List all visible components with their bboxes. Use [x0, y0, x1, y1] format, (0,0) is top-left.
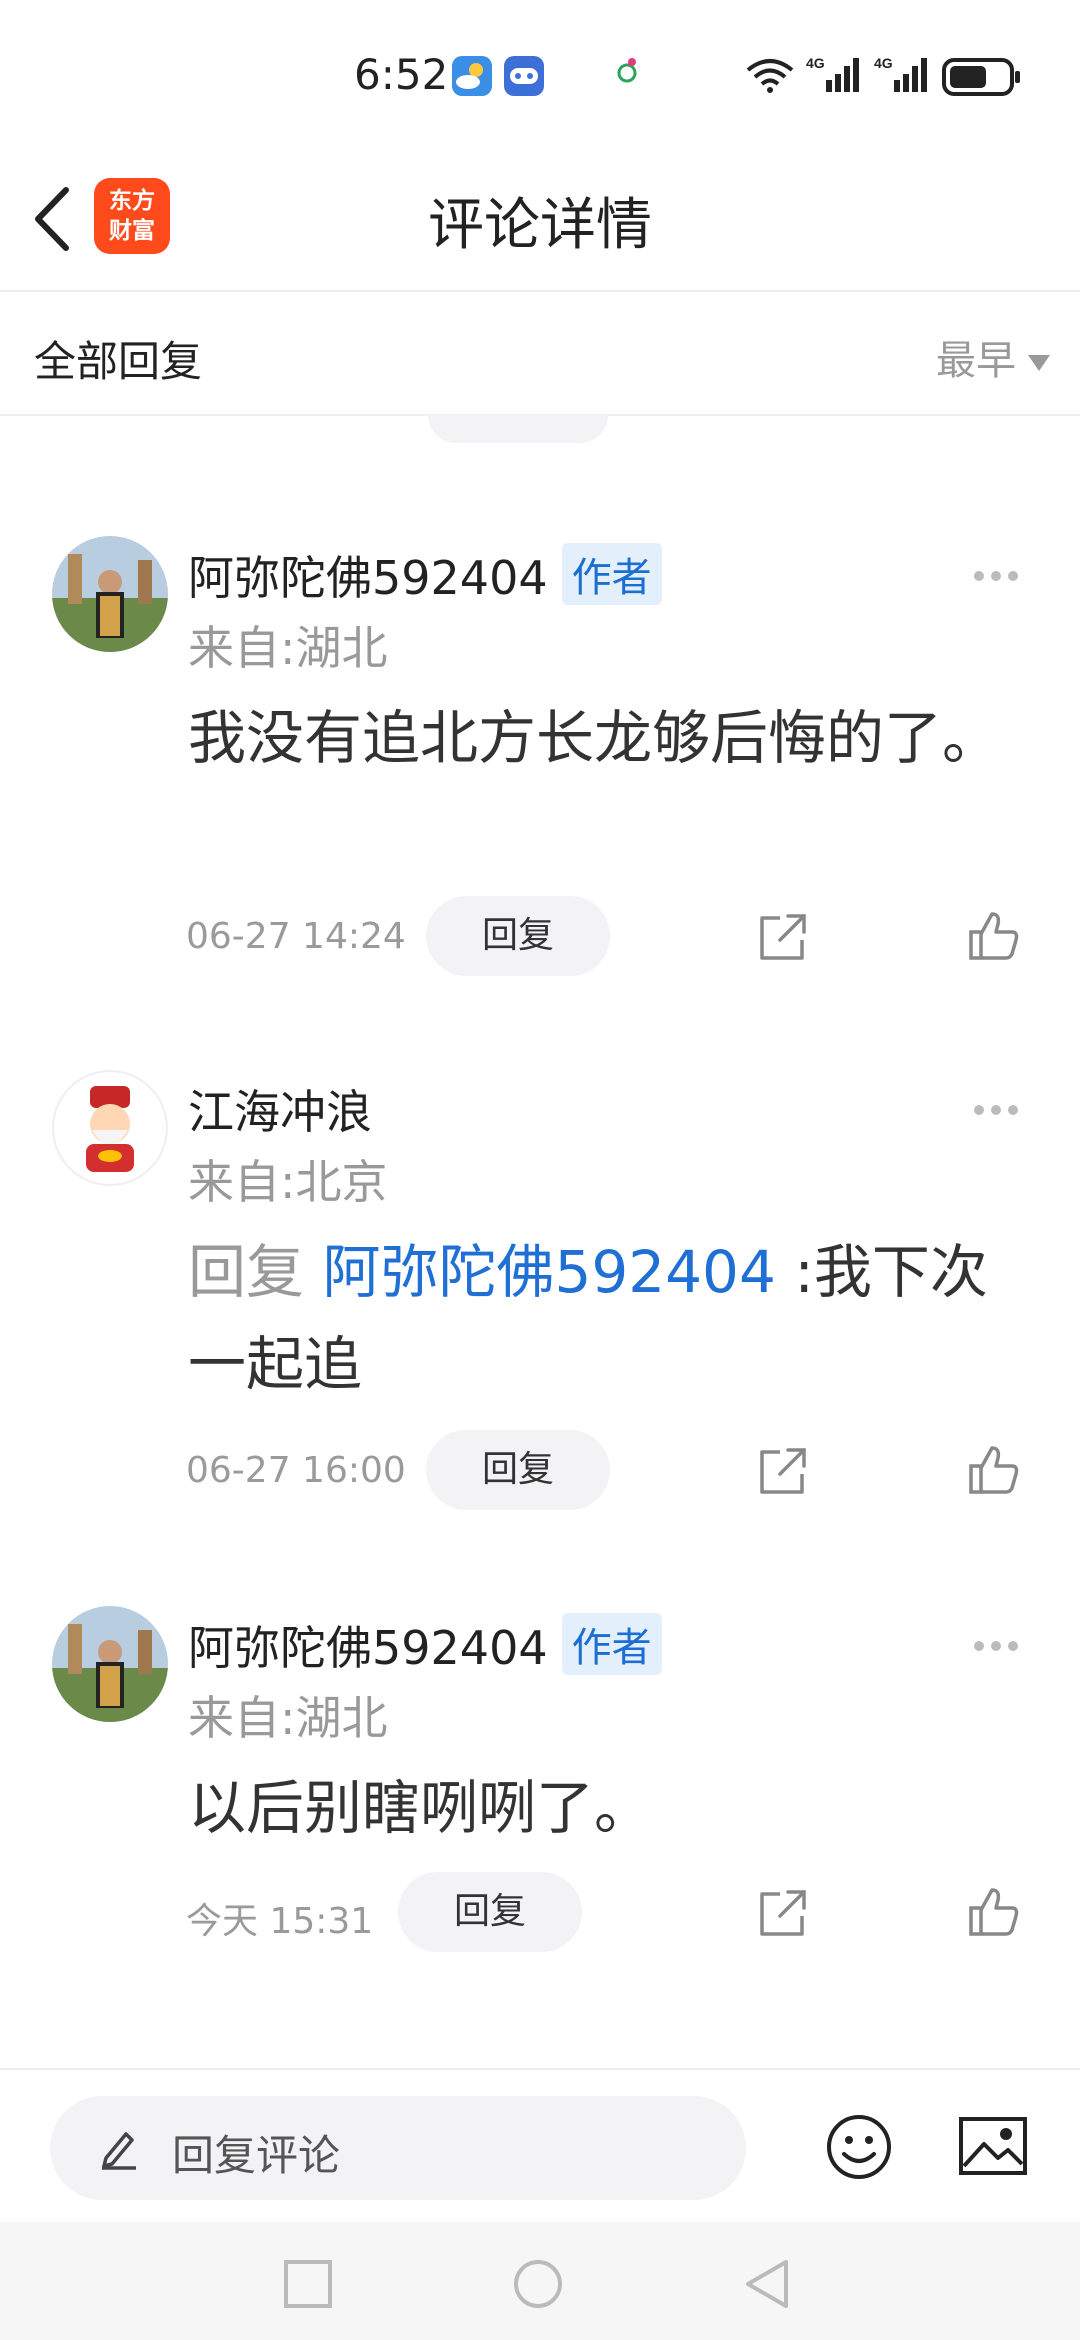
comment-author[interactable]: 江海冲浪: [188, 1076, 372, 1142]
thumbs-up-icon[interactable]: [968, 910, 1020, 962]
weather-sun-cloud-icon: [452, 56, 492, 96]
app-notify-icon: [617, 58, 637, 83]
comment-text: 以后别瞎咧咧了。: [188, 1774, 653, 1842]
comment-time: 06-27 16:00: [186, 1450, 406, 1491]
share-icon[interactable]: [758, 1446, 808, 1496]
reply-button[interactable]: 回复: [426, 1430, 610, 1510]
more-options-icon[interactable]: [974, 1636, 1026, 1651]
more-options-icon[interactable]: [974, 566, 1026, 581]
game-controller-icon: [504, 56, 544, 96]
reply-button[interactable]: 回复: [398, 1872, 582, 1952]
replies-section-header: 全部回复 最早: [0, 292, 1080, 416]
reply-button[interactable]: 回复: [426, 896, 610, 976]
comment-location: 来自:北京: [188, 1155, 388, 1209]
signal-4g-icon: 4G: [806, 55, 859, 92]
more-options-icon[interactable]: [974, 1100, 1026, 1115]
mention-link[interactable]: 阿弥陀佛592404: [322, 1238, 775, 1306]
separator: :: [794, 1238, 814, 1306]
system-navigation-bar: [0, 2222, 1080, 2340]
comment-time: 今天 15:31: [186, 1901, 374, 1942]
comment-location: 来自:湖北: [188, 1691, 388, 1745]
top-nav-bar: 东方 财富 评论详情: [0, 150, 1080, 292]
share-icon[interactable]: [758, 1888, 808, 1938]
bottom-input-bar: 回复评论: [0, 2068, 1080, 2224]
thumbs-up-icon[interactable]: [968, 1444, 1020, 1496]
reply-comment-input[interactable]: 回复评论: [50, 2096, 746, 2200]
svg-text:4G: 4G: [806, 55, 825, 71]
reply-prefix: 回复: [188, 1238, 305, 1306]
author-badge: 作者: [561, 1613, 662, 1675]
comment-text: 我没有追北方长龙够后悔的了。: [188, 704, 1001, 772]
battery-icon: [942, 58, 1020, 96]
home-icon[interactable]: [512, 2258, 564, 2310]
avatar[interactable]: [52, 1070, 168, 1186]
pencil-icon: [102, 2132, 136, 2170]
caret-down-icon: [1028, 355, 1050, 371]
share-icon[interactable]: [758, 912, 808, 962]
avatar[interactable]: [52, 536, 168, 652]
back-nav-icon[interactable]: [742, 2258, 794, 2310]
page-title: 评论详情: [428, 193, 652, 258]
recent-apps-icon[interactable]: [282, 2258, 334, 2310]
status-bar: 6:52 4G 4G: [0, 0, 1080, 150]
sort-dropdown[interactable]: 最早: [936, 328, 1050, 386]
previous-reply-button-partial: [428, 415, 608, 443]
signal-4g-icon: 4G: [874, 55, 927, 92]
svg-text:4G: 4G: [874, 55, 893, 71]
smiley-icon[interactable]: [826, 2114, 892, 2180]
comment-author[interactable]: 阿弥陀佛592404 作者: [188, 542, 662, 608]
section-title: 全部回复: [34, 337, 203, 386]
status-time: 6:52: [354, 50, 449, 99]
thumbs-up-icon[interactable]: [968, 1886, 1020, 1938]
input-placeholder: 回复评论: [172, 2131, 341, 2180]
wifi-6-icon: [746, 59, 794, 93]
comment-text: 回复 阿弥陀佛592404 :我下次一起追: [188, 1238, 988, 1398]
author-badge: 作者: [561, 543, 662, 605]
comment-author[interactable]: 阿弥陀佛592404 作者: [188, 1612, 662, 1678]
comment-location: 来自:湖北: [188, 621, 388, 675]
avatar[interactable]: [52, 1606, 168, 1722]
comment-time: 06-27 14:24: [186, 916, 406, 957]
image-icon[interactable]: [958, 2116, 1028, 2176]
